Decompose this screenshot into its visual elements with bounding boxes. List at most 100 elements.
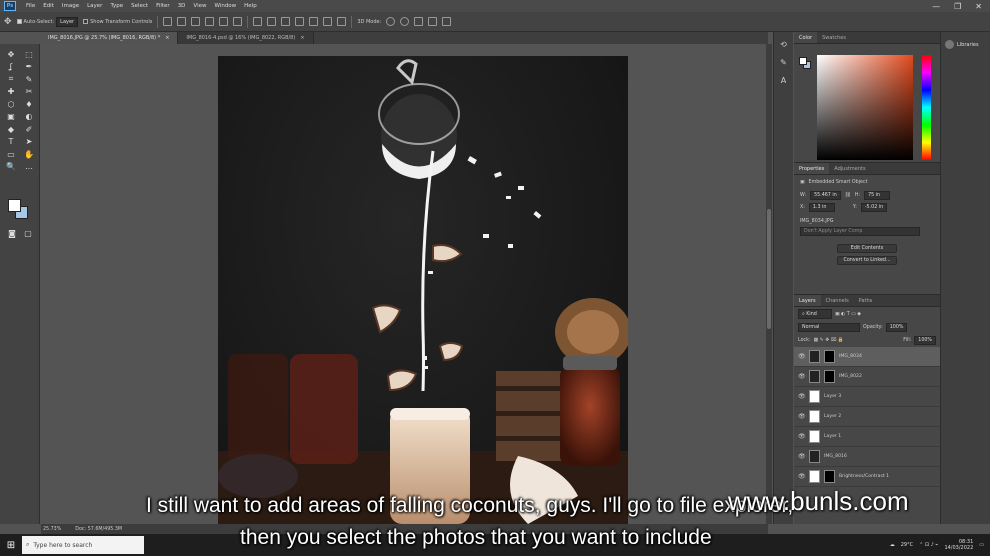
tool-3-icon[interactable]: ✒ bbox=[24, 62, 34, 72]
hue-slider[interactable] bbox=[922, 55, 931, 160]
transform-controls-checkbox[interactable] bbox=[83, 19, 89, 24]
menu-type[interactable]: Type bbox=[106, 3, 127, 9]
tab-img-8016[interactable]: IMG_8016.JPG @ 25.7% (IMG_8016, RGB/8) *… bbox=[40, 32, 179, 44]
move-tool-icon[interactable]: ✥ bbox=[4, 17, 12, 27]
x-field[interactable]: 1.3 in bbox=[808, 203, 835, 212]
tab-layers[interactable]: Layers bbox=[794, 295, 821, 306]
visibility-eye-icon[interactable]: 👁 bbox=[798, 413, 806, 420]
foreground-color-swatch[interactable] bbox=[8, 199, 21, 212]
distribute-5-icon[interactable] bbox=[309, 17, 319, 26]
character-icon[interactable]: A bbox=[779, 76, 789, 86]
tab-paths[interactable]: Paths bbox=[854, 295, 878, 306]
layer-row[interactable]: 👁 Brightness/Contrast 1 bbox=[794, 467, 940, 487]
tool-15-icon[interactable]: ➤ bbox=[24, 137, 34, 147]
3d-scale-icon[interactable] bbox=[442, 17, 452, 26]
layer-row[interactable]: 👁 Layer 2 bbox=[794, 407, 940, 427]
fill-field[interactable]: 100% bbox=[914, 336, 936, 345]
auto-align-icon[interactable] bbox=[337, 17, 347, 26]
align-center-icon[interactable] bbox=[177, 17, 187, 26]
align-right-icon[interactable] bbox=[191, 17, 201, 26]
screen-mode-icon[interactable]: ▢ bbox=[23, 228, 33, 238]
menu-view[interactable]: View bbox=[189, 3, 210, 9]
distribute-1-icon[interactable] bbox=[253, 17, 263, 26]
tab-adjustments[interactable]: Adjustments bbox=[829, 163, 870, 174]
lock-icons[interactable]: ▦ ✎ ✥ ⌧ 🔒 bbox=[814, 338, 844, 343]
tool-17-icon[interactable]: ✋ bbox=[24, 149, 34, 159]
3d-slide-icon[interactable] bbox=[428, 17, 438, 26]
layer-row[interactable]: 👁 Layer 3 bbox=[794, 387, 940, 407]
distribute-2-icon[interactable] bbox=[267, 17, 277, 26]
menu-window[interactable]: Window bbox=[210, 3, 240, 9]
restore-icon[interactable]: ❐ bbox=[954, 2, 961, 11]
visibility-eye-icon[interactable]: 👁 bbox=[798, 353, 806, 360]
foreground-mini-swatch[interactable] bbox=[799, 57, 807, 65]
y-field[interactable]: -5.02 in bbox=[860, 203, 888, 212]
tool-4-icon[interactable]: ⌗ bbox=[6, 74, 16, 84]
tool-5-icon[interactable]: ✎ bbox=[24, 74, 34, 84]
layer-mask-thumbnail[interactable] bbox=[824, 370, 835, 383]
menu-image[interactable]: Image bbox=[58, 3, 83, 9]
canvas-scrollbar[interactable] bbox=[766, 44, 772, 524]
minimize-icon[interactable]: — bbox=[932, 2, 940, 11]
tool-16-icon[interactable]: ▭ bbox=[6, 149, 16, 159]
convert-to-linked-button[interactable]: Convert to Linked... bbox=[837, 256, 897, 265]
document-photo[interactable] bbox=[218, 56, 628, 524]
menu-3d[interactable]: 3D bbox=[174, 3, 190, 9]
tool-14-icon[interactable]: T bbox=[6, 137, 16, 147]
align-top-icon[interactable] bbox=[205, 17, 215, 26]
tool-8-icon[interactable]: ⬡ bbox=[6, 99, 16, 109]
menu-file[interactable]: File bbox=[22, 3, 39, 9]
mini-color-swatches[interactable] bbox=[799, 57, 811, 69]
layer-comp-dropdown[interactable]: Don't Apply Layer Comp bbox=[800, 227, 920, 236]
menu-help[interactable]: Help bbox=[240, 3, 261, 9]
align-bottom-icon[interactable] bbox=[233, 17, 243, 26]
distribute-3-icon[interactable] bbox=[281, 17, 291, 26]
layer-mask-thumbnail[interactable] bbox=[824, 350, 835, 363]
menu-filter[interactable]: Filter bbox=[152, 3, 174, 9]
blend-mode-dropdown[interactable]: Normal bbox=[798, 323, 860, 332]
tab-channels[interactable]: Channels bbox=[821, 295, 854, 306]
tool-12-icon[interactable]: ◆ bbox=[6, 124, 16, 134]
menu-layer[interactable]: Layer bbox=[83, 3, 106, 9]
h-field[interactable]: 75 in bbox=[864, 191, 891, 200]
filter-icons[interactable]: ▣ ◐ T ▭ ◆ bbox=[835, 312, 861, 317]
w-field[interactable]: 55.467 in bbox=[810, 191, 841, 200]
3d-roll-icon[interactable] bbox=[400, 17, 410, 26]
scrollbar-thumb[interactable] bbox=[767, 209, 771, 329]
brush-settings-icon[interactable]: ✎ bbox=[779, 58, 789, 68]
layer-row[interactable]: 👁 IMG_8016 bbox=[794, 447, 940, 467]
tab-close-icon[interactable]: × bbox=[165, 35, 169, 41]
opacity-field[interactable]: 100% bbox=[885, 323, 908, 332]
align-left-icon[interactable] bbox=[163, 17, 173, 26]
tab-img-8016-4[interactable]: IMG_8016-4.psd @ 16% (IMG_8022, RGB/8) × bbox=[178, 32, 314, 44]
auto-select-dropdown[interactable]: Layer bbox=[56, 16, 79, 27]
tool-18-icon[interactable]: 🔍 bbox=[6, 162, 16, 172]
tab-properties[interactable]: Properties bbox=[794, 163, 830, 174]
layer-row[interactable]: 👁 IMG_8034 bbox=[794, 347, 940, 367]
visibility-eye-icon[interactable]: 👁 bbox=[798, 373, 806, 380]
libraries-button[interactable]: Libraries bbox=[945, 40, 986, 49]
auto-select-checkbox[interactable] bbox=[16, 19, 22, 24]
tab-color[interactable]: Color bbox=[794, 32, 818, 43]
color-swatches[interactable] bbox=[8, 199, 32, 223]
menu-select[interactable]: Select bbox=[127, 3, 152, 9]
quick-mask-icon[interactable]: ◙ bbox=[7, 228, 17, 238]
link-icon[interactable]: ⛓ bbox=[845, 193, 851, 198]
kind-filter-dropdown[interactable]: ⌕ Kind bbox=[798, 309, 832, 319]
3d-pan-icon[interactable] bbox=[414, 17, 424, 26]
tool-13-icon[interactable]: ✐ bbox=[24, 124, 34, 134]
visibility-eye-icon[interactable]: 👁 bbox=[798, 453, 806, 460]
tab-swatches[interactable]: Swatches bbox=[817, 32, 851, 43]
tool-2-icon[interactable]: ʆ bbox=[6, 62, 16, 72]
edit-contents-button[interactable]: Edit Contents bbox=[837, 244, 897, 253]
tool-7-icon[interactable]: ✂ bbox=[24, 87, 34, 97]
tool-11-icon[interactable]: ◐ bbox=[24, 112, 34, 122]
tool-6-icon[interactable]: ✚ bbox=[6, 87, 16, 97]
close-icon[interactable]: ✕ bbox=[975, 2, 982, 11]
tool-19-icon[interactable]: … bbox=[24, 162, 34, 172]
distribute-6-icon[interactable] bbox=[323, 17, 333, 26]
tool-9-icon[interactable]: ♦ bbox=[24, 99, 34, 109]
visibility-eye-icon[interactable]: 👁 bbox=[798, 393, 806, 400]
3d-rotate-icon[interactable] bbox=[386, 17, 396, 26]
history-icon[interactable]: ⟲ bbox=[779, 40, 789, 50]
